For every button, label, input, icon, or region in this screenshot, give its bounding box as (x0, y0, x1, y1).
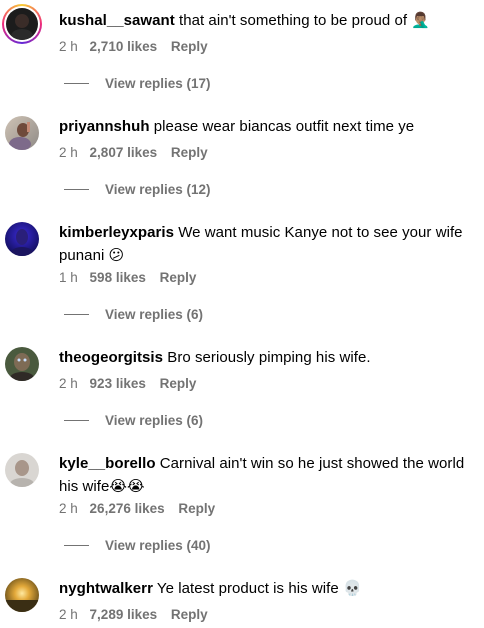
reply-button[interactable]: Reply (171, 144, 208, 162)
comment-likes[interactable]: 7,289 likes (90, 606, 158, 624)
view-replies-label: View replies (12) (105, 182, 211, 197)
comment-time: 2 h (59, 39, 78, 54)
comment-username[interactable]: kimberleyxparis (59, 224, 174, 241)
comment-time: 2 h (59, 501, 78, 516)
comment-username[interactable]: kushal__sawant (59, 12, 175, 29)
avatar[interactable] (5, 578, 39, 612)
view-replies-button[interactable]: View replies (40) (64, 537, 211, 555)
avatar[interactable] (2, 4, 42, 44)
view-replies-label: View replies (40) (105, 538, 211, 553)
view-replies-button[interactable]: View replies (17) (64, 75, 211, 93)
avatar[interactable] (5, 347, 39, 381)
replies-divider (64, 313, 89, 315)
replies-divider (64, 544, 89, 546)
comment-time: 2 h (59, 376, 78, 391)
comment-time: 2 h (59, 607, 78, 622)
replies-divider (64, 419, 89, 421)
comment-username[interactable]: theogeorgitsis (59, 349, 163, 366)
reply-button[interactable]: Reply (160, 375, 197, 393)
comment-likes[interactable]: 2,807 likes (90, 144, 158, 162)
comment-meta: 2 h 2,807 likes Reply (59, 144, 208, 162)
view-replies-button[interactable]: View replies (6) (64, 412, 203, 430)
view-replies-button[interactable]: View replies (12) (64, 181, 211, 199)
comment-time: 1 h (59, 270, 78, 285)
comment-text: theogeorgitsis Bro seriously pimping his… (59, 346, 469, 369)
comment-username[interactable]: kyle__borello (59, 455, 156, 472)
avatar[interactable] (5, 116, 39, 150)
comment-meta: 2 h 26,276 likes Reply (59, 500, 215, 518)
avatar[interactable] (5, 222, 39, 256)
view-replies-label: View replies (17) (105, 76, 211, 91)
replies-divider (64, 188, 89, 190)
comment-likes[interactable]: 598 likes (90, 269, 146, 287)
comment-time: 2 h (59, 145, 78, 160)
reply-button[interactable]: Reply (171, 38, 208, 56)
comment-text: kushal__sawant that ain't something to b… (59, 9, 469, 32)
comment-username[interactable]: nyghtwalkerr (59, 580, 153, 597)
comment-likes[interactable]: 26,276 likes (90, 500, 165, 518)
comment-text: nyghtwalkerr Ye latest product is his wi… (59, 577, 469, 600)
comment-body: that ain't something to be proud of 🤦🏽‍♂… (178, 12, 431, 29)
comment-likes[interactable]: 2,710 likes (90, 38, 158, 56)
reply-button[interactable]: Reply (160, 269, 197, 287)
comment-body: Ye latest product is his wife 💀 (156, 580, 362, 597)
comment-text: priyannshuh please wear biancas outfit n… (59, 115, 469, 138)
reply-button[interactable]: Reply (171, 606, 208, 624)
comment-meta: 2 h 2,710 likes Reply (59, 38, 208, 56)
comment-username[interactable]: priyannshuh (59, 118, 150, 135)
comment-meta: 2 h 7,289 likes Reply (59, 606, 208, 624)
comment-body: Bro seriously pimping his wife. (167, 349, 371, 366)
view-replies-label: View replies (6) (105, 413, 204, 428)
replies-divider (64, 82, 89, 84)
comment-text: kyle__borello Carnival ain't win so he j… (59, 452, 469, 498)
comment-text: kimberleyxparis We want music Kanye not … (59, 221, 469, 267)
view-replies-button[interactable]: View replies (6) (64, 306, 203, 324)
comment-meta: 1 h 598 likes Reply (59, 269, 196, 287)
reply-button[interactable]: Reply (178, 500, 215, 518)
view-replies-label: View replies (6) (105, 307, 204, 322)
comment-meta: 2 h 923 likes Reply (59, 375, 196, 393)
avatar[interactable] (5, 453, 39, 487)
comment-body: please wear biancas outfit next time ye (153, 118, 415, 135)
comment-likes[interactable]: 923 likes (90, 375, 146, 393)
